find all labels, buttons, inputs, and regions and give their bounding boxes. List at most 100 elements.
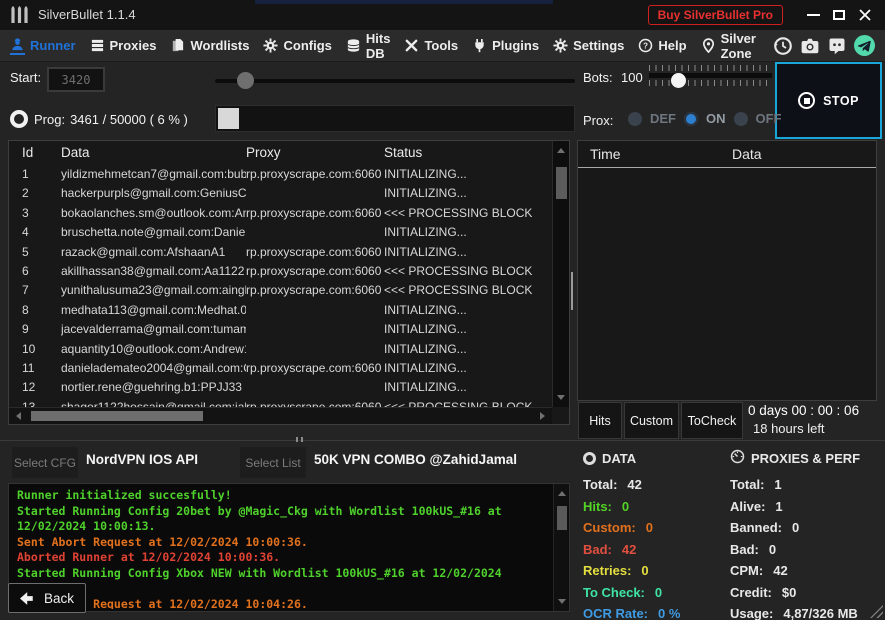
nav-item-configs[interactable]: Configs <box>263 38 331 53</box>
table-cell: akillhassan38@gmail.com:Aa1122 <box>61 262 246 281</box>
slider-ticks <box>649 65 772 71</box>
table-row[interactable]: 6akillhassan38@gmail.com:Aa1122rp.proxys… <box>9 262 552 281</box>
nav-label: Wordlists <box>190 38 249 53</box>
start-input[interactable] <box>47 67 105 92</box>
help-icon: ? <box>638 38 653 53</box>
resize-grip[interactable] <box>870 605 883 618</box>
nav-item-help[interactable]: ? Help <box>638 38 686 53</box>
table-cell: 10 <box>9 340 61 359</box>
panel-splitter[interactable] <box>571 272 573 310</box>
nav-label: Help <box>658 38 686 53</box>
maximize-icon <box>833 10 845 20</box>
stat-row: Bad:0 <box>730 539 860 561</box>
horizontal-scrollbar[interactable] <box>9 407 552 424</box>
table-cell: 12 <box>9 378 61 397</box>
stats-proxy-rows: Total:1Alive:1Banned:0Bad:0CPM:42Credit:… <box>730 474 860 620</box>
select-list-button[interactable]: Select List <box>240 447 306 478</box>
table-row[interactable]: 13shagor1122hossain@gmail.com:jahirp.pro… <box>9 398 552 407</box>
table-cell: danielademateo2004@gmail.com:C <box>61 359 246 378</box>
scrollbar-thumb[interactable] <box>557 506 567 530</box>
scroll-down-icon[interactable] <box>557 395 565 400</box>
table-cell: 4 <box>9 223 61 242</box>
close-button[interactable] <box>855 6 875 24</box>
start-position-slider[interactable] <box>215 79 575 83</box>
scroll-right-icon[interactable] <box>540 412 545 420</box>
tab-tocheck[interactable]: ToCheck <box>681 402 743 439</box>
stats-data-header: DATA <box>583 449 680 467</box>
table-row[interactable]: 11danielademateo2004@gmail.com:Crp.proxy… <box>9 359 552 378</box>
nav-item-proxies[interactable]: Proxies <box>90 38 157 53</box>
telegram-icon[interactable] <box>854 35 875 56</box>
table-row[interactable]: 3bokaolanches.sm@outlook.com:An.rp.proxy… <box>9 204 552 223</box>
scrollbar-thumb[interactable] <box>556 167 567 199</box>
table-cell <box>246 378 384 397</box>
nav-label: Settings <box>573 38 624 53</box>
progress-radio-icon[interactable] <box>10 110 28 128</box>
tab-hits[interactable]: Hits <box>578 402 622 439</box>
plug-icon <box>472 38 487 53</box>
table-cell: razack@gmail.com:AfshaanA1 <box>61 243 246 262</box>
radio-off[interactable] <box>734 112 748 126</box>
scroll-up-icon[interactable] <box>557 148 565 153</box>
divider-grip[interactable] <box>296 437 305 442</box>
bots-slider[interactable] <box>649 65 772 95</box>
nav-label: Configs <box>283 38 331 53</box>
log-scrollbar[interactable] <box>553 484 569 611</box>
progress-text: Prog: 3461 / 50000 ( 6 % ) <box>34 112 188 127</box>
nav-item-hitsdb[interactable]: Hits DB <box>346 31 391 61</box>
selected-config-name: NordVPN IOS API <box>86 452 198 467</box>
scroll-up-icon[interactable] <box>558 491 566 496</box>
nav-item-runner[interactable]: Runner <box>10 37 76 55</box>
radio-on[interactable] <box>684 112 698 126</box>
table-cell: yildizmehmetcan7@gmail.com:bubi <box>61 165 246 184</box>
table-row[interactable]: 2hackerpurpls@gmail.com:GeniusCoINITIALI… <box>9 184 552 203</box>
table-cell <box>246 184 384 203</box>
scroll-down-icon[interactable] <box>558 599 566 604</box>
table-cell: INITIALIZING... <box>384 301 552 320</box>
table-row[interactable]: 8medhata113@gmail.com:Medhat.0INITIALIZI… <box>9 301 552 320</box>
scrollbar-thumb[interactable] <box>31 411 203 421</box>
stats-data-rows: Total:42Hits:0Custom:0Bad:42Retries:0To … <box>583 474 680 620</box>
table-row[interactable]: 10aquantity10@outlook.com:Andrew1INITIAL… <box>9 340 552 359</box>
buy-pro-button[interactable]: Buy SilverBullet Pro <box>648 5 783 25</box>
nav-item-wordlists[interactable]: Wordlists <box>170 38 249 53</box>
nav-item-settings[interactable]: Settings <box>553 38 624 53</box>
table-cell: INITIALIZING... <box>384 320 552 339</box>
map-pin-icon <box>701 38 716 53</box>
discord-icon[interactable] <box>827 36 847 56</box>
select-cfg-button[interactable]: Select CFG <box>12 447 78 478</box>
slider-thumb[interactable] <box>237 72 254 89</box>
slider-thumb[interactable] <box>671 73 686 88</box>
nav-item-silver-zone[interactable]: Silver Zone <box>701 31 759 61</box>
stat-row: CPM:42 <box>730 560 860 582</box>
maximize-button[interactable] <box>829 6 849 24</box>
table-row[interactable]: 1yildizmehmetcan7@gmail.com:bubirp.proxy… <box>9 165 552 184</box>
slider-track[interactable] <box>649 73 772 78</box>
back-button[interactable]: Back <box>8 583 86 613</box>
vertical-scrollbar[interactable] <box>552 141 569 407</box>
nav-label: Tools <box>424 38 458 53</box>
nav-item-plugins[interactable]: Plugins <box>472 38 539 53</box>
nav-label: Silver Zone <box>721 31 759 61</box>
table-cell: INITIALIZING... <box>384 223 552 242</box>
table-row[interactable]: 5razack@gmail.com:AfshaanA1rp.proxyscrap… <box>9 243 552 262</box>
gear-icon <box>263 38 278 53</box>
table-cell: medhata113@gmail.com:Medhat.0 <box>61 301 246 320</box>
camera-icon[interactable] <box>800 36 820 56</box>
table-cell: shagor1122hossain@gmail.com:jahi <box>61 398 246 407</box>
table-row[interactable]: 7yunithalusuma23@gmail.com:aingkrp.proxy… <box>9 281 552 300</box>
stop-button[interactable]: STOP <box>775 62 882 139</box>
table-row[interactable]: 12nortier.rene@guehring.b1:PPJJ33INITIAL… <box>9 378 552 397</box>
table-row[interactable]: 4bruschetta.note@gmail.com:DanielINITIAL… <box>9 223 552 242</box>
table-cell: INITIALIZING... <box>384 184 552 203</box>
scroll-left-icon[interactable] <box>16 412 21 420</box>
table-cell: <<< PROCESSING BLOCK <box>384 262 552 281</box>
radio-def[interactable] <box>628 112 642 126</box>
history-icon[interactable] <box>773 36 793 56</box>
minimize-button[interactable] <box>803 6 823 24</box>
stat-row: OCR Rate:0 % <box>583 603 680 620</box>
nav-item-tools[interactable]: Tools <box>404 38 458 53</box>
table-cell: hackerpurpls@gmail.com:GeniusCo <box>61 184 246 203</box>
tab-custom[interactable]: Custom <box>624 402 679 439</box>
table-row[interactable]: 9jacevalderrama@gmail.com:tumamINITIALIZ… <box>9 320 552 339</box>
